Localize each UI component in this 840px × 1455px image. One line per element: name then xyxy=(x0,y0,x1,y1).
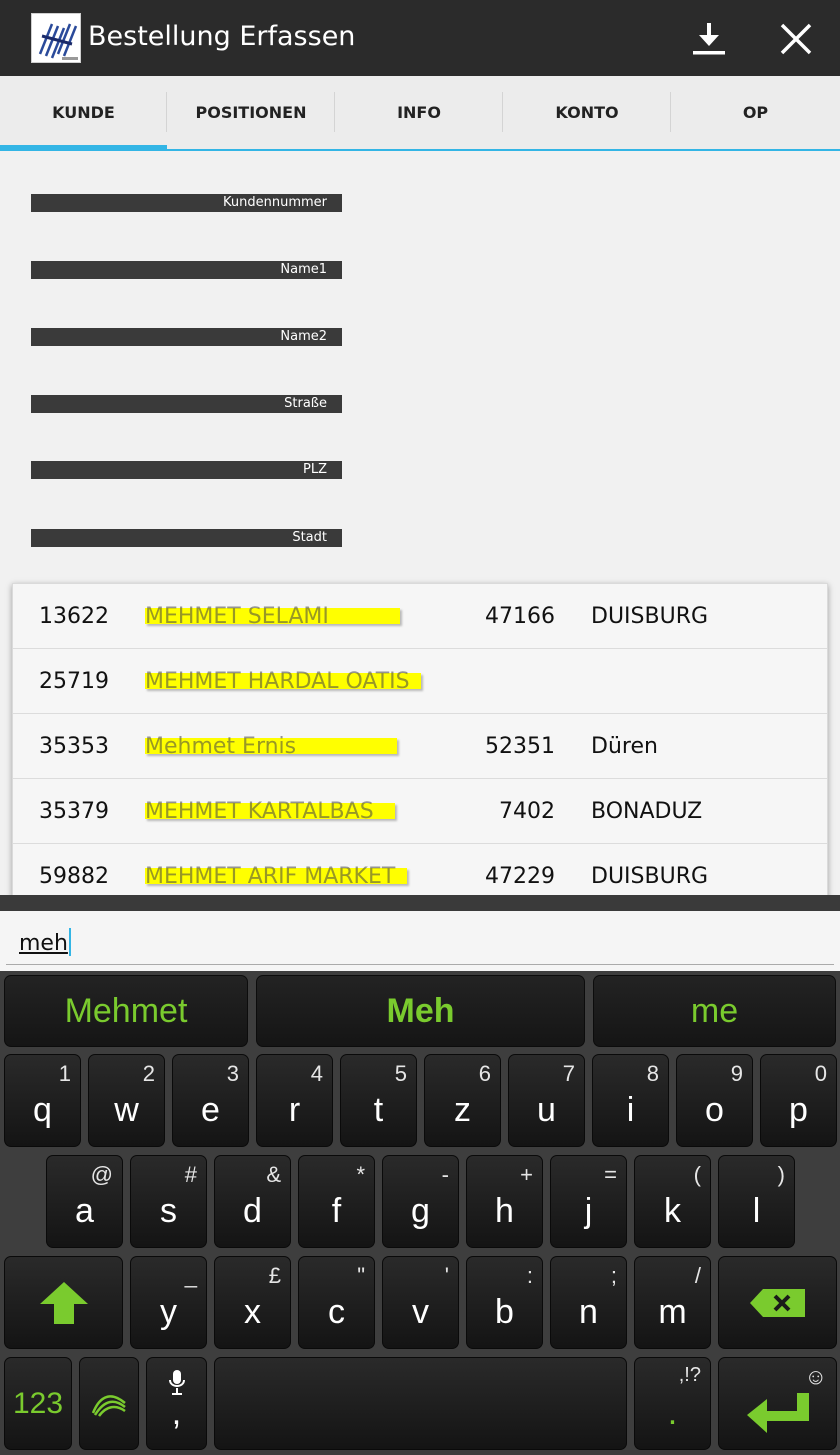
customer-id: 35353 xyxy=(39,734,109,759)
key-h[interactable]: + h xyxy=(466,1155,543,1248)
key-w[interactable]: 2w xyxy=(88,1054,165,1147)
field-label-name1: Name1 xyxy=(31,261,342,279)
key-b[interactable]: :b xyxy=(466,1256,543,1349)
key-s[interactable]: # s xyxy=(130,1155,207,1248)
key-m[interactable]: / m xyxy=(634,1256,711,1349)
customer-city: BONADUZ xyxy=(591,799,703,824)
customer-zip: 47166 xyxy=(485,604,555,629)
customer-zip: 52351 xyxy=(485,734,555,759)
shift-key[interactable] xyxy=(4,1256,123,1349)
key-x[interactable]: £ x xyxy=(214,1256,291,1349)
key-t[interactable]: 5t xyxy=(340,1054,417,1147)
space-key[interactable] xyxy=(214,1357,627,1450)
search-input-container: meh xyxy=(0,911,840,971)
keyboard-suggestion-3[interactable]: me xyxy=(593,975,836,1047)
enter-key[interactable]: ☺ xyxy=(718,1357,837,1450)
field-label-name2: Name2 xyxy=(31,328,342,346)
key-v[interactable]: ' v xyxy=(382,1256,459,1349)
divider xyxy=(0,895,840,911)
tab-op[interactable]: OP xyxy=(671,76,840,149)
key-z[interactable]: 6z xyxy=(424,1054,501,1147)
tab-positionen[interactable]: POSITIONEN xyxy=(167,76,335,149)
close-icon xyxy=(780,23,812,55)
tab-kunde[interactable]: KUNDE xyxy=(0,76,167,151)
customer-id: 25719 xyxy=(39,669,109,694)
key-d[interactable]: & d xyxy=(214,1155,291,1248)
key-u[interactable]: 7u xyxy=(508,1054,585,1147)
key-c[interactable]: " c xyxy=(298,1256,375,1349)
key-o[interactable]: 9o xyxy=(676,1054,753,1147)
download-icon xyxy=(693,23,725,55)
list-item[interactable]: 13622 MEHMET SELAMI 47166 DUISBURG xyxy=(13,584,827,649)
tab-bar: KUNDE POSITIONEN INFO KONTO OP xyxy=(0,76,840,151)
text-cursor xyxy=(68,928,71,956)
field-label-stadt: Stadt xyxy=(31,529,342,547)
field-label-kundennummer: Kundennummer xyxy=(31,194,342,212)
key-n[interactable]: ; n xyxy=(550,1256,627,1349)
field-label-strasse: Straße xyxy=(31,395,342,413)
key-g[interactable]: -g xyxy=(382,1155,459,1248)
key-q[interactable]: 1q xyxy=(4,1054,81,1147)
numbers-key[interactable]: 123 xyxy=(4,1357,72,1450)
emoji-icon: ☺ xyxy=(804,1364,827,1389)
soft-keyboard: Mehmet Meh me 1q 2w 3e 4r 5t 6z 7u 8i 9o… xyxy=(0,971,840,1455)
customer-city: DUISBURG xyxy=(591,604,709,629)
list-item[interactable]: 35379 MEHMET KARTALBAS 7402 BONADUZ xyxy=(13,779,827,844)
key-r[interactable]: 4r xyxy=(256,1054,333,1147)
key-a[interactable]: @ a xyxy=(46,1155,123,1248)
search-input[interactable]: meh xyxy=(6,911,834,965)
key-f[interactable]: * f xyxy=(298,1155,375,1248)
customer-city: Düren xyxy=(591,734,658,759)
customer-id: 35379 xyxy=(39,799,109,824)
tab-info[interactable]: INFO xyxy=(335,76,503,149)
key-y[interactable]: _ y xyxy=(130,1256,207,1349)
swype-key[interactable] xyxy=(79,1357,139,1450)
field-label-plz: PLZ xyxy=(31,461,342,479)
tab-konto[interactable]: KONTO xyxy=(503,76,671,149)
customer-zip: 7402 xyxy=(499,799,555,824)
list-item[interactable]: 35353 Mehmet Ernis 52351 Düren xyxy=(13,714,827,779)
key-k[interactable]: (k xyxy=(634,1155,711,1248)
key-e[interactable]: 3e xyxy=(172,1054,249,1147)
enter-arrow-icon xyxy=(746,1392,809,1433)
backspace-icon xyxy=(749,1288,805,1317)
shift-arrow-icon xyxy=(39,1281,88,1324)
period-key[interactable]: ,!? . xyxy=(634,1357,711,1450)
action-bar: Bestellung Erfassen xyxy=(0,0,840,76)
key-i[interactable]: 8i xyxy=(592,1054,669,1147)
list-item[interactable]: 25719 MEHMET HARDAL OATIS xyxy=(13,649,827,714)
company-logo-icon xyxy=(31,13,81,63)
close-button[interactable] xyxy=(771,14,821,64)
download-button[interactable] xyxy=(684,14,734,64)
comma-mic-key[interactable]: , xyxy=(146,1357,207,1450)
customer-id: 13622 xyxy=(39,604,109,629)
app-title: Bestellung Erfassen xyxy=(88,21,356,52)
swype-logo-icon xyxy=(91,1394,126,1417)
keyboard-suggestion-1[interactable]: Mehmet xyxy=(4,975,248,1047)
key-j[interactable]: = j xyxy=(550,1155,627,1248)
keyboard-suggestion-2[interactable]: Meh xyxy=(256,975,585,1047)
key-p[interactable]: 0p xyxy=(760,1054,837,1147)
customer-suggestions-list: 13622 MEHMET SELAMI 47166 DUISBURG 25719… xyxy=(12,583,828,910)
key-l[interactable]: ) l xyxy=(718,1155,795,1248)
backspace-key[interactable] xyxy=(718,1256,837,1349)
